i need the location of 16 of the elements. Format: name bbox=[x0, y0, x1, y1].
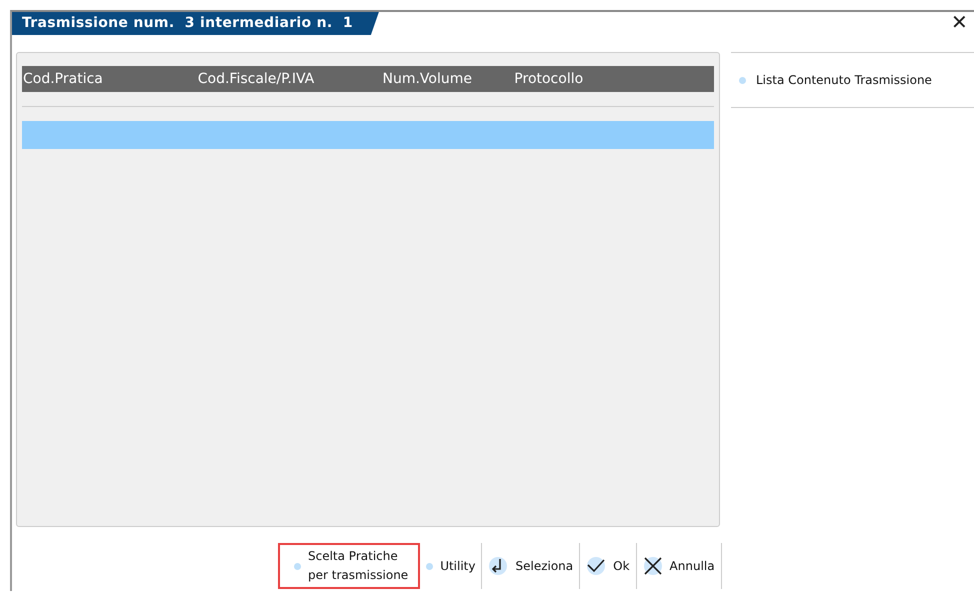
toolbar-button[interactable]: Utility bbox=[420, 543, 482, 589]
column-header: Protocollo bbox=[513, 71, 584, 87]
close-icon bbox=[642, 556, 663, 576]
toolbar-button[interactable]: Ok bbox=[580, 543, 637, 589]
column-header: Num.Volume bbox=[381, 71, 473, 87]
menu-item[interactable]: Lista Contenuto Trasmissione bbox=[731, 53, 974, 108]
close-button[interactable]: ✕ bbox=[947, 12, 972, 34]
check-icon bbox=[586, 556, 606, 576]
enter-icon bbox=[488, 556, 508, 576]
column-header: Cod.Fiscale/P.IVA bbox=[196, 71, 316, 87]
toolbar-button[interactable]: Seleziona bbox=[482, 543, 580, 589]
table-row[interactable] bbox=[22, 121, 714, 149]
toolbar-button[interactable]: Annulla bbox=[636, 543, 722, 589]
window-title: Trasmissione num. 3 intermediario n. 1 bbox=[12, 12, 379, 35]
toolbar-button[interactable]: Scelta Pratiche per trasmissione bbox=[278, 543, 420, 589]
column-header: Cod.Pratica bbox=[22, 71, 104, 87]
